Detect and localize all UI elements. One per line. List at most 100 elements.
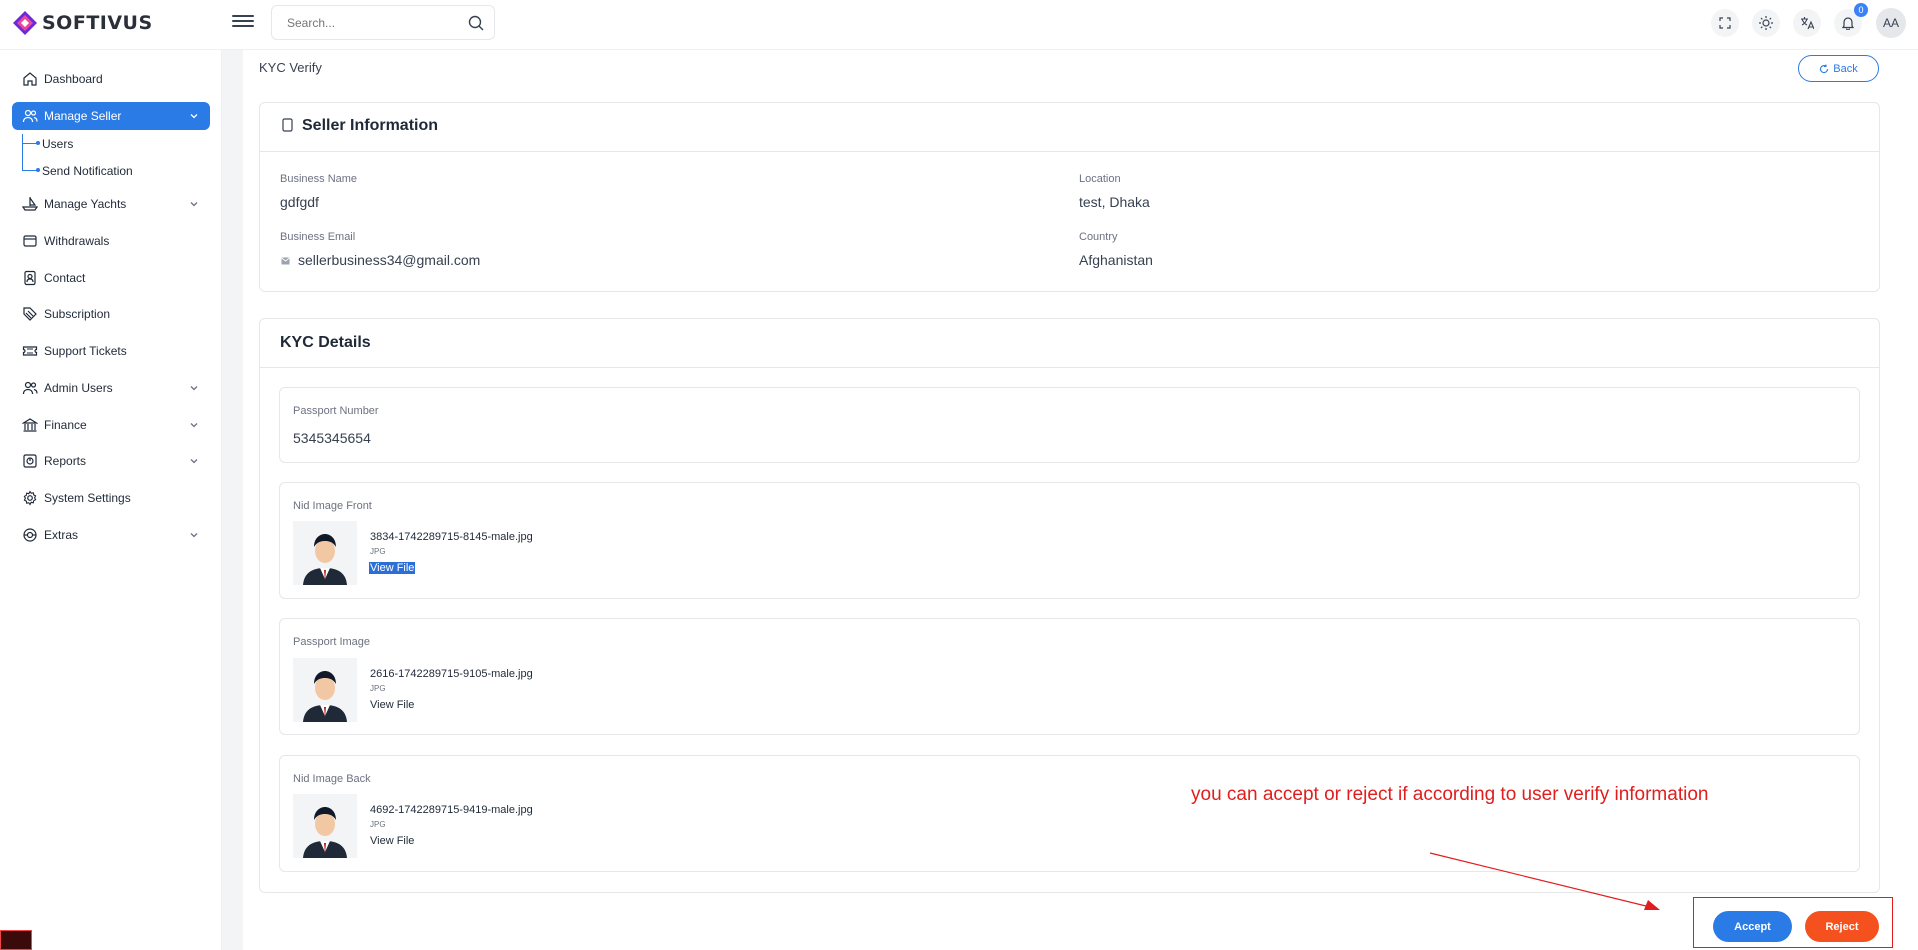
country-label: Country bbox=[1079, 231, 1118, 243]
menu-bar-1 bbox=[232, 15, 254, 17]
sidebar-item-label: Withdrawals bbox=[44, 234, 110, 248]
accept-button[interactable]: Accept bbox=[1713, 911, 1792, 942]
view-file-link[interactable]: View File bbox=[369, 562, 416, 574]
passport-number-value: 5345345654 bbox=[293, 430, 371, 446]
home-icon bbox=[23, 72, 37, 86]
file-label: Passport Image bbox=[293, 636, 371, 648]
passport-number-panel bbox=[279, 387, 1860, 463]
business-name-value: gdfgdf bbox=[280, 194, 319, 210]
avatar[interactable]: AA bbox=[1876, 8, 1906, 38]
sidebar-item-label: Dashboard bbox=[44, 72, 103, 86]
back-button-label: Back bbox=[1833, 62, 1858, 75]
chevron-down-icon bbox=[190, 459, 198, 464]
business-name-label: Business Name bbox=[280, 173, 358, 185]
submenu-tree-line bbox=[22, 134, 23, 170]
sidebar-item-label: System Settings bbox=[44, 491, 131, 505]
file-name: 4692-1742289715-9419-male.jpg bbox=[370, 804, 533, 816]
chevron-down-icon bbox=[190, 114, 198, 119]
notifications-button[interactable]: 0 bbox=[1834, 3, 1868, 37]
sidebar-item-label: Manage Seller bbox=[44, 109, 122, 123]
sidebar-gutter bbox=[222, 50, 243, 950]
users-icon bbox=[22, 381, 38, 395]
debug-toolbar-icon[interactable] bbox=[0, 930, 32, 950]
language-button[interactable] bbox=[1793, 9, 1821, 37]
location-label: Location bbox=[1079, 173, 1121, 185]
chevron-down-icon bbox=[190, 533, 198, 538]
annotation-text: you can accept or reject if according to… bbox=[1191, 784, 1709, 805]
translate-icon bbox=[1801, 17, 1814, 30]
sidebar-item-label: Manage Yachts bbox=[44, 197, 127, 211]
search-input[interactable] bbox=[272, 6, 452, 39]
business-email-value: sellerbusiness34@gmail.com bbox=[298, 252, 481, 268]
card-header bbox=[260, 103, 1879, 152]
file-name: 2616-1742289715-9105-male.jpg bbox=[370, 668, 533, 680]
business-email-label: Business Email bbox=[280, 231, 356, 243]
view-file-link[interactable]: View File bbox=[369, 699, 415, 711]
sidebar-item-withdrawals[interactable]: Withdrawals bbox=[12, 227, 210, 255]
menu-bar-2 bbox=[232, 20, 254, 22]
card-header bbox=[260, 319, 1879, 368]
ship-icon bbox=[22, 197, 38, 211]
back-button[interactable]: Back bbox=[1798, 55, 1879, 82]
seller-information-card bbox=[259, 102, 1880, 292]
top-bar: SOFTIVUS 0 AA bbox=[0, 0, 1918, 50]
gear-icon bbox=[23, 490, 37, 506]
file-label: Nid Image Front bbox=[293, 500, 372, 512]
bank-icon bbox=[22, 418, 38, 432]
fullscreen-button[interactable] bbox=[1711, 9, 1739, 37]
fullscreen-icon bbox=[1719, 17, 1731, 29]
submenu-dot bbox=[36, 168, 40, 172]
sidebar-item-subscription[interactable]: Subscription bbox=[12, 300, 210, 328]
sidebar-item-support-tickets[interactable]: Support Tickets bbox=[12, 337, 210, 365]
refresh-icon bbox=[1820, 64, 1829, 73]
person-thumbnail-icon bbox=[293, 658, 357, 722]
person-thumbnail-icon bbox=[293, 794, 357, 858]
mail-icon bbox=[281, 257, 290, 265]
phone-icon bbox=[282, 118, 293, 132]
menu-toggle-button[interactable] bbox=[232, 12, 254, 34]
notification-badge: 0 bbox=[1854, 3, 1868, 17]
passport-number-label: Passport Number bbox=[293, 405, 379, 417]
sidebar-item-label: Admin Users bbox=[44, 381, 113, 395]
reject-button[interactable]: Reject bbox=[1805, 911, 1879, 942]
sidebar-item-admin-users[interactable]: Admin Users bbox=[12, 374, 210, 402]
search-icon[interactable] bbox=[467, 14, 485, 32]
sidebar-item-label: Support Tickets bbox=[44, 344, 127, 358]
annotation-arrow-icon bbox=[1429, 852, 1660, 910]
sidebar-item-label: Reports bbox=[44, 454, 87, 468]
file-type: JPG bbox=[370, 547, 386, 556]
sidebar-item-system-settings[interactable]: System Settings bbox=[12, 484, 210, 512]
bell-icon bbox=[1841, 17, 1855, 30]
sidebar-item-contact[interactable]: Contact bbox=[12, 264, 210, 292]
users-icon bbox=[22, 109, 38, 123]
sidebar-item-finance[interactable]: Finance bbox=[12, 411, 210, 439]
wallet-icon bbox=[23, 235, 37, 247]
sidebar-item-manage-yachts[interactable]: Manage Yachts bbox=[12, 190, 210, 218]
brand-name: SOFTIVUS bbox=[42, 12, 153, 34]
sidebar-subitem-send-notification[interactable]: Send Notification bbox=[42, 164, 133, 178]
kyc-details-title: KYC Details bbox=[280, 334, 371, 351]
submenu-dot bbox=[36, 141, 40, 145]
sidebar-item-reports[interactable]: Reports bbox=[12, 447, 210, 475]
sidebar-item-dashboard[interactable]: Dashboard bbox=[12, 65, 210, 93]
view-file-link[interactable]: View File bbox=[369, 835, 415, 847]
sidebar-item-manage-seller[interactable]: Manage Seller bbox=[12, 102, 210, 130]
brand-logo[interactable]: SOFTIVUS bbox=[12, 10, 153, 36]
file-name: 3834-1742289715-8145-male.jpg bbox=[370, 531, 533, 543]
sidebar-item-extras[interactable]: Extras bbox=[12, 521, 210, 549]
location-value: test, Dhaka bbox=[1079, 194, 1150, 210]
sun-icon bbox=[1759, 16, 1773, 30]
sidebar-item-label: Contact bbox=[44, 271, 86, 285]
seller-information-title: Seller Information bbox=[302, 117, 439, 134]
ticket-icon bbox=[22, 346, 38, 356]
tag-icon bbox=[23, 307, 37, 321]
file-type: JPG bbox=[370, 684, 386, 693]
menu-bar-3 bbox=[232, 25, 254, 27]
theme-toggle-button[interactable] bbox=[1752, 9, 1780, 37]
chevron-down-icon bbox=[190, 423, 198, 428]
sidebar-item-label: Finance bbox=[44, 418, 87, 432]
logo-icon bbox=[13, 11, 37, 35]
sidebar-subitem-users[interactable]: Users bbox=[42, 137, 73, 151]
chevron-down-icon bbox=[190, 202, 198, 207]
contact-icon bbox=[24, 270, 36, 286]
